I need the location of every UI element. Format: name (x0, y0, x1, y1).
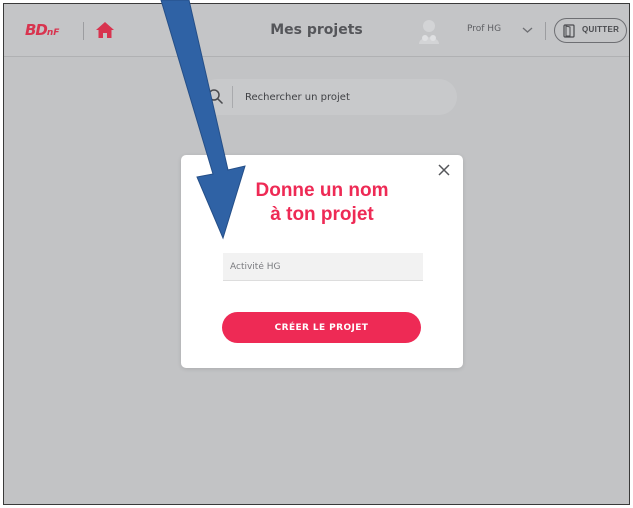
search-separator (232, 86, 233, 108)
dialog-title-line: à ton projet (270, 204, 374, 225)
project-name-input[interactable] (223, 253, 423, 281)
dialog-title-line: Donne un nom (255, 180, 389, 201)
user-name[interactable]: Prof HG (467, 24, 501, 34)
search-bar[interactable] (199, 79, 457, 115)
top-bar: BDnF Mes projets Prof HG QUITTER (4, 4, 629, 57)
create-project-button[interactable]: CRÉER LE PROJET (222, 312, 421, 343)
quit-label: QUITTER (582, 25, 620, 34)
search-input[interactable] (245, 88, 445, 106)
app-window: BDnF Mes projets Prof HG QUITTER Recherc… (3, 3, 630, 505)
user-avatar-icon[interactable] (415, 18, 443, 46)
dialog-title: Donne un nom à ton projet (219, 179, 425, 227)
header-divider (545, 22, 546, 40)
quit-button[interactable]: QUITTER (554, 18, 627, 43)
close-button[interactable] (435, 161, 453, 179)
close-icon (438, 164, 450, 176)
page-title: Mes projets (270, 22, 363, 38)
search-icon[interactable] (207, 88, 224, 105)
door-exit-icon (563, 24, 575, 38)
new-project-dialog: Donne un nom à ton projet CRÉER LE PROJE… (181, 155, 463, 368)
chevron-down-icon[interactable] (522, 26, 533, 34)
